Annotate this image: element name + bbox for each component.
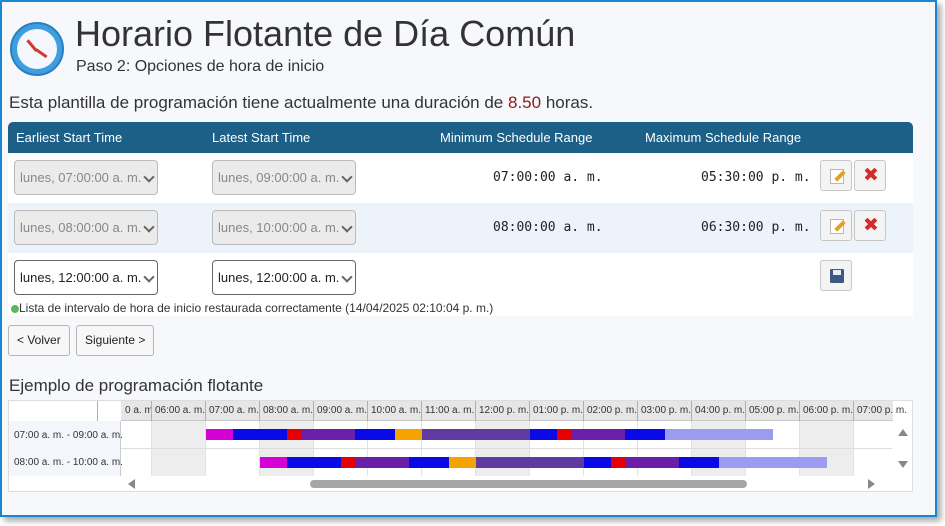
edit-button[interactable] (820, 160, 852, 191)
vertical-scrollbar[interactable] (892, 421, 912, 476)
gantt-segment (355, 429, 395, 440)
chevron-down-icon (341, 171, 353, 183)
scroll-right-icon[interactable] (868, 479, 875, 489)
table-row: lunes, 07:00:00 a. m. lunes, 09:00:00 a.… (8, 153, 913, 203)
latest-start-select[interactable]: lunes, 09:00:00 a. m. (212, 160, 356, 195)
edit-button[interactable] (820, 210, 852, 241)
schedule-gantt: 0 a. m. 06:00 a. m. 07:00 a. m. 08:00 a.… (8, 400, 913, 492)
next-button[interactable]: Siguiente > (76, 325, 155, 356)
table-row: lunes, 08:00:00 a. m. lunes, 10:00:00 a.… (8, 203, 913, 253)
gantt-segment (665, 429, 773, 440)
scroll-up-icon[interactable] (898, 429, 908, 436)
hour-header: 06:00 p. m. (799, 401, 853, 421)
delete-button[interactable]: ✖ (854, 160, 886, 191)
gantt-segment (206, 429, 233, 440)
col-max-range: Maximum Schedule Range (645, 130, 802, 145)
latest-start-select[interactable]: lunes, 10:00:00 a. m. (212, 210, 356, 245)
page-title: Horario Flotante de Día Común (75, 13, 576, 54)
hour-header: 08:00 a. m. (259, 401, 313, 421)
hour-header: 06:00 a. m. (151, 401, 205, 421)
earliest-start-select[interactable]: lunes, 08:00:00 a. m. (14, 210, 158, 245)
col-min-range: Minimum Schedule Range (440, 130, 593, 145)
gantt-segment (530, 429, 557, 440)
hour-header: 12:00 p. m. (475, 401, 529, 421)
new-earliest-start-select[interactable]: lunes, 12:00:00 a. m. (14, 260, 158, 295)
close-icon: ✖ (863, 164, 879, 186)
gantt-segment (422, 429, 530, 440)
close-icon: ✖ (863, 214, 879, 236)
hour-header: 09:00 a. m. (313, 401, 367, 421)
gantt-segment (625, 429, 665, 440)
hour-header: 0 a. m. (97, 401, 151, 421)
gantt-row-labels: 07:00 a. m. - 09:00 a. m. 08:00 a. m. - … (9, 421, 123, 476)
horizontal-scrollbar[interactable] (121, 477, 893, 491)
summary-suffix: horas. (541, 93, 594, 112)
chevron-down-icon (143, 171, 155, 183)
clock-icon (10, 22, 64, 76)
earliest-start-select[interactable]: lunes, 07:00:00 a. m. (14, 160, 158, 195)
chevron-down-icon (341, 271, 353, 283)
gantt-segment (287, 457, 341, 468)
success-dot-icon (11, 305, 19, 313)
gantt-segment (409, 457, 449, 468)
gantt-segment (611, 457, 625, 468)
gantt-row-label: 07:00 a. m. - 09:00 a. m. (14, 430, 123, 441)
hour-header: 10:00 a. m. (367, 401, 421, 421)
gantt-segment (287, 429, 301, 440)
scroll-down-icon[interactable] (898, 461, 908, 468)
gantt-segment (301, 429, 355, 440)
hour-header: 01:00 p. m. (529, 401, 583, 421)
hour-header: 02:00 p. m. (583, 401, 637, 421)
hour-header: 03:00 p. m. (637, 401, 691, 421)
gantt-segment (557, 429, 571, 440)
gantt-time-header: 0 a. m. 06:00 a. m. 07:00 a. m. 08:00 a.… (97, 401, 907, 421)
example-title: Ejemplo de programación flotante (9, 376, 264, 395)
delete-button[interactable]: ✖ (854, 210, 886, 241)
start-time-table: Earliest Start Time Latest Start Time Mi… (8, 122, 913, 316)
gantt-segment (476, 457, 584, 468)
gantt-segment (584, 457, 611, 468)
gantt-segment (719, 457, 827, 468)
max-range-value: 05:30:00 p. m. (701, 170, 811, 185)
page-subtitle: Paso 2: Opciones de hora de inicio (76, 58, 325, 75)
gantt-segment (679, 457, 719, 468)
duration-value: 8.50 (508, 93, 542, 112)
scroll-left-icon[interactable] (128, 479, 135, 489)
scroll-thumb[interactable] (310, 480, 747, 488)
save-button[interactable] (820, 260, 852, 291)
table-header: Earliest Start Time Latest Start Time Mi… (8, 122, 913, 153)
gantt-segment (449, 457, 476, 468)
gantt-row-label: 08:00 a. m. - 10:00 a. m. (14, 457, 123, 468)
status-message: Lista de intervalo de hora de inicio res… (8, 301, 913, 316)
hour-header: 04:00 p. m. (691, 401, 745, 421)
hour-header: 07:00 a. m. (205, 401, 259, 421)
new-latest-start-select[interactable]: lunes, 12:00:00 a. m. (212, 260, 356, 295)
back-button[interactable]: < Volver (8, 325, 70, 356)
hour-header: 11:00 a. m. (421, 401, 475, 421)
status-text: Lista de intervalo de hora de inicio res… (19, 301, 494, 315)
col-latest-start: Latest Start Time (212, 130, 311, 145)
gantt-grid (121, 421, 893, 476)
min-range-value: 08:00:00 a. m. (493, 220, 603, 235)
min-range-value: 07:00:00 a. m. (493, 170, 603, 185)
chevron-down-icon (341, 221, 353, 233)
gantt-segment (395, 429, 422, 440)
summary-prefix: Esta plantilla de programación tiene act… (9, 93, 508, 112)
gantt-segment (625, 457, 679, 468)
chevron-down-icon (143, 271, 155, 283)
max-range-value: 06:30:00 p. m. (701, 220, 811, 235)
gantt-segment (233, 429, 287, 440)
new-row: lunes, 12:00:00 a. m. lunes, 12:00:00 a.… (8, 253, 913, 303)
dialog-window: Horario Flotante de Día Común Paso 2: Op… (0, 0, 937, 517)
hour-header: 07:00 p. m. (853, 401, 907, 421)
gantt-segment (341, 457, 355, 468)
duration-summary: Esta plantilla de programación tiene act… (9, 93, 593, 113)
col-earliest-start: Earliest Start Time (16, 130, 123, 145)
gantt-segment (260, 457, 287, 468)
hour-header: 05:00 p. m. (745, 401, 799, 421)
gantt-segment (571, 429, 625, 440)
chevron-down-icon (143, 221, 155, 233)
gantt-segment (355, 457, 409, 468)
